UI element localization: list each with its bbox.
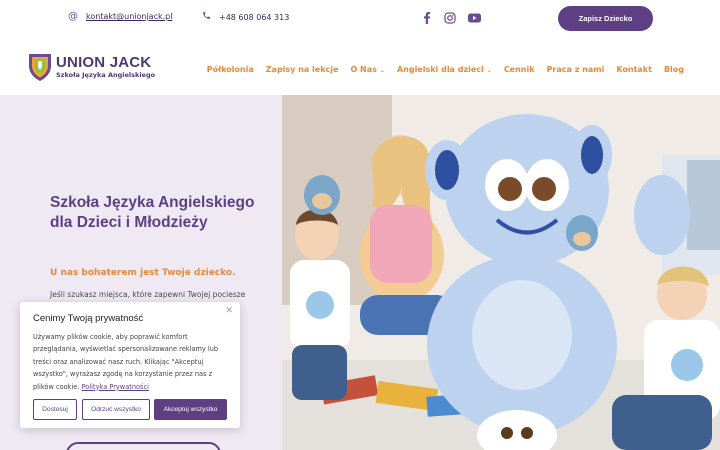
nav-item-o-nas[interactable]: O Nas ⌄ [350,65,384,74]
brand-subtitle: Szkoła Języka Angielskiego [56,71,156,79]
nav-item-angielski[interactable]: Angielski dla dzieci ⌄ [397,65,492,74]
at-icon: @ [68,11,78,22]
shield-logo-icon [29,54,51,81]
reject-all-button[interactable]: Odrzuć wszystko [82,399,150,420]
hero-cta-button[interactable] [66,442,221,450]
email-link[interactable]: kontakt@unionjack.pl [86,12,172,21]
phone-contact[interactable]: +48 608 064 313 [202,11,289,23]
hero-tagline: U nas bohaterem jest Twoje dziecko. [50,268,236,278]
cookie-title: Cenimy Twoją prywatność [33,313,144,324]
close-icon[interactable]: ✕ [225,306,233,316]
chevron-down-icon: ⌄ [486,67,492,74]
hero-title: Szkoła Języka Angielskiego dla Dzieci i … [50,194,255,231]
nav-item-zapisy[interactable]: Zapisy na lekcje [266,65,339,74]
accept-all-button[interactable]: Akceptuj wszystko [154,399,227,420]
brand-name: UNION JACK [56,54,152,71]
cookie-dialog: ✕ Cenimy Twoją prywatność Używamy plików… [20,302,240,428]
youtube-icon[interactable] [467,11,481,25]
nav-item-cennik[interactable]: Cennik [504,65,535,74]
instagram-icon[interactable] [443,11,457,25]
logo[interactable]: UNION JACK Szkoła Języka Angielskiego [28,52,155,82]
nav-item-blog[interactable]: Blog [664,65,684,74]
hero-paragraph: Jeśli szukasz miejsca, które zapewni Two… [50,290,246,299]
phone-number[interactable]: +48 608 064 313 [219,13,289,22]
customize-button[interactable]: Dostosuj [33,399,77,420]
enroll-child-button[interactable]: Zapisz Dziecko [558,6,653,31]
privacy-policy-link[interactable]: Polityka Prywatności [82,383,149,391]
email-contact[interactable]: @ kontakt@unionjack.pl [68,11,172,22]
main-navbar: UNION JACK Szkoła Języka Angielskiego Pó… [0,40,720,95]
nav-item-polkolonia[interactable]: Półkolonia [207,65,254,74]
chevron-down-icon: ⌄ [379,67,385,74]
nav-item-kontakt[interactable]: Kontakt [616,65,652,74]
nav-item-praca[interactable]: Praca z nami [547,65,605,74]
facebook-icon[interactable] [420,11,434,25]
hero-photo [282,95,720,450]
top-bar: @ kontakt@unionjack.pl +48 608 064 313 Z… [0,0,720,40]
main-menu: Półkolonia Zapisy na lekcje O Nas ⌄ Angie… [207,65,684,74]
cookie-body: Używamy plików cookie, aby poprawić komf… [33,331,231,393]
phone-icon [202,11,211,23]
